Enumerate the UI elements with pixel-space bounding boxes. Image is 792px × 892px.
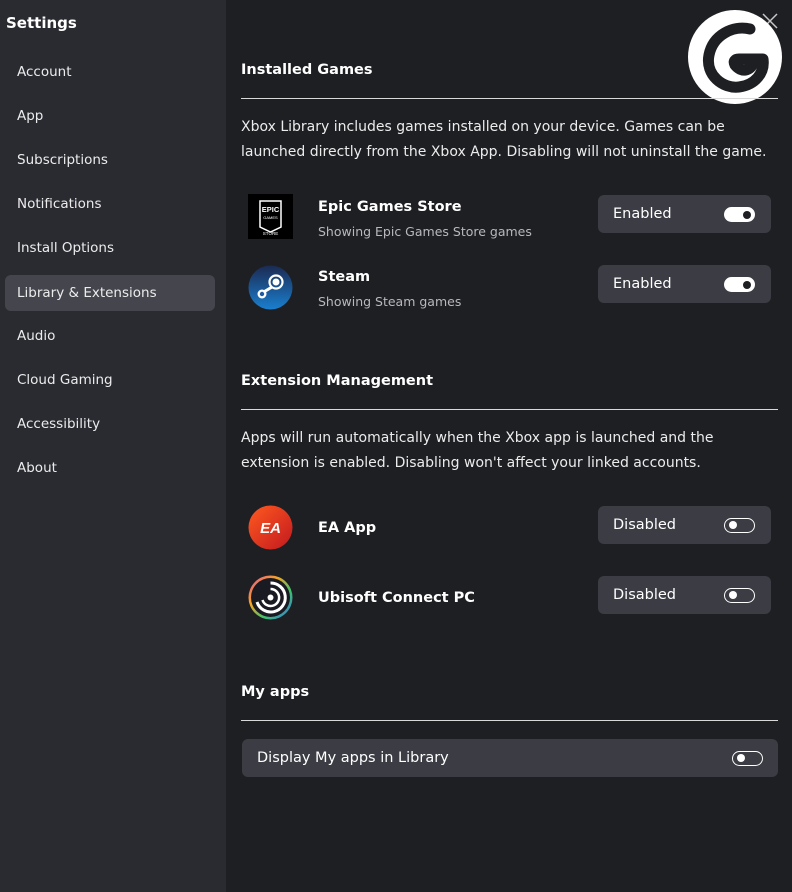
epic-games-store-subtitle: Showing Epic Games Store games bbox=[318, 224, 532, 239]
installed-games-description: Xbox Library includes games installed on… bbox=[241, 119, 767, 160]
toggle-state-label: Enabled bbox=[613, 206, 672, 222]
steam-subtitle: Showing Steam games bbox=[318, 294, 462, 309]
epic-logo-text-2: GAMES bbox=[263, 215, 278, 220]
epic-logo-text-3: STORE bbox=[263, 231, 278, 236]
display-my-apps-label: Display My apps in Library bbox=[257, 750, 449, 766]
toggle-state-label: Disabled bbox=[613, 587, 676, 603]
logo-icon bbox=[702, 22, 769, 93]
toggle-state-label: Disabled bbox=[613, 517, 676, 533]
ubisoft-icon bbox=[248, 575, 293, 620]
section-title-installed-games: Installed Games bbox=[241, 62, 373, 78]
sidebar-item-accessibility[interactable]: Accessibility bbox=[5, 406, 215, 442]
steam-name: Steam bbox=[318, 269, 371, 285]
settings-window: Settings Account App Subscriptions Notif… bbox=[0, 0, 792, 892]
steam-toggle[interactable]: Enabled bbox=[598, 265, 771, 303]
toggle-switch[interactable] bbox=[724, 588, 755, 603]
sidebar-item-app[interactable]: App bbox=[5, 98, 215, 134]
display-my-apps-toggle-row[interactable]: Display My apps in Library bbox=[242, 739, 778, 777]
epic-logo-text: EPIC bbox=[262, 205, 280, 214]
toggle-switch[interactable] bbox=[732, 751, 763, 766]
toggle-switch[interactable] bbox=[724, 207, 755, 222]
settings-title: Settings bbox=[6, 14, 77, 32]
logo-badge bbox=[688, 10, 782, 104]
sidebar: Settings Account App Subscriptions Notif… bbox=[0, 0, 226, 892]
divider bbox=[241, 720, 778, 721]
sidebar-item-subscriptions[interactable]: Subscriptions bbox=[5, 142, 215, 178]
sidebar-item-audio[interactable]: Audio bbox=[5, 318, 215, 354]
section-title-my-apps: My apps bbox=[241, 684, 310, 700]
divider bbox=[241, 98, 778, 99]
ubisoft-connect-toggle[interactable]: Disabled bbox=[598, 576, 771, 614]
sidebar-item-about[interactable]: About bbox=[5, 450, 215, 486]
sidebar-item-library-extensions[interactable]: Library & Extensions bbox=[5, 275, 215, 311]
ubisoft-connect-name: Ubisoft Connect PC bbox=[318, 590, 475, 606]
ea-logo-text: EA bbox=[260, 520, 281, 537]
epic-games-icon: EPIC GAMES STORE bbox=[248, 194, 293, 239]
sidebar-item-account[interactable]: Account bbox=[5, 54, 215, 90]
toggle-switch[interactable] bbox=[724, 277, 755, 292]
extension-management-description: Apps will run automatically when the Xbo… bbox=[241, 430, 714, 471]
toggle-switch[interactable] bbox=[724, 518, 755, 533]
sidebar-item-install-options[interactable]: Install Options bbox=[5, 230, 215, 266]
sidebar-item-notifications[interactable]: Notifications bbox=[5, 186, 215, 222]
toggle-state-label: Enabled bbox=[613, 276, 672, 292]
epic-games-toggle[interactable]: Enabled bbox=[598, 195, 771, 233]
sidebar-item-cloud-gaming[interactable]: Cloud Gaming bbox=[5, 362, 215, 398]
epic-games-store-name: Epic Games Store bbox=[318, 199, 462, 215]
divider bbox=[241, 409, 778, 410]
steam-icon bbox=[248, 265, 293, 310]
section-title-extension-management: Extension Management bbox=[241, 373, 434, 389]
ea-app-name: EA App bbox=[318, 520, 377, 536]
ea-app-icon: EA bbox=[248, 505, 293, 550]
ea-app-toggle[interactable]: Disabled bbox=[598, 506, 771, 544]
